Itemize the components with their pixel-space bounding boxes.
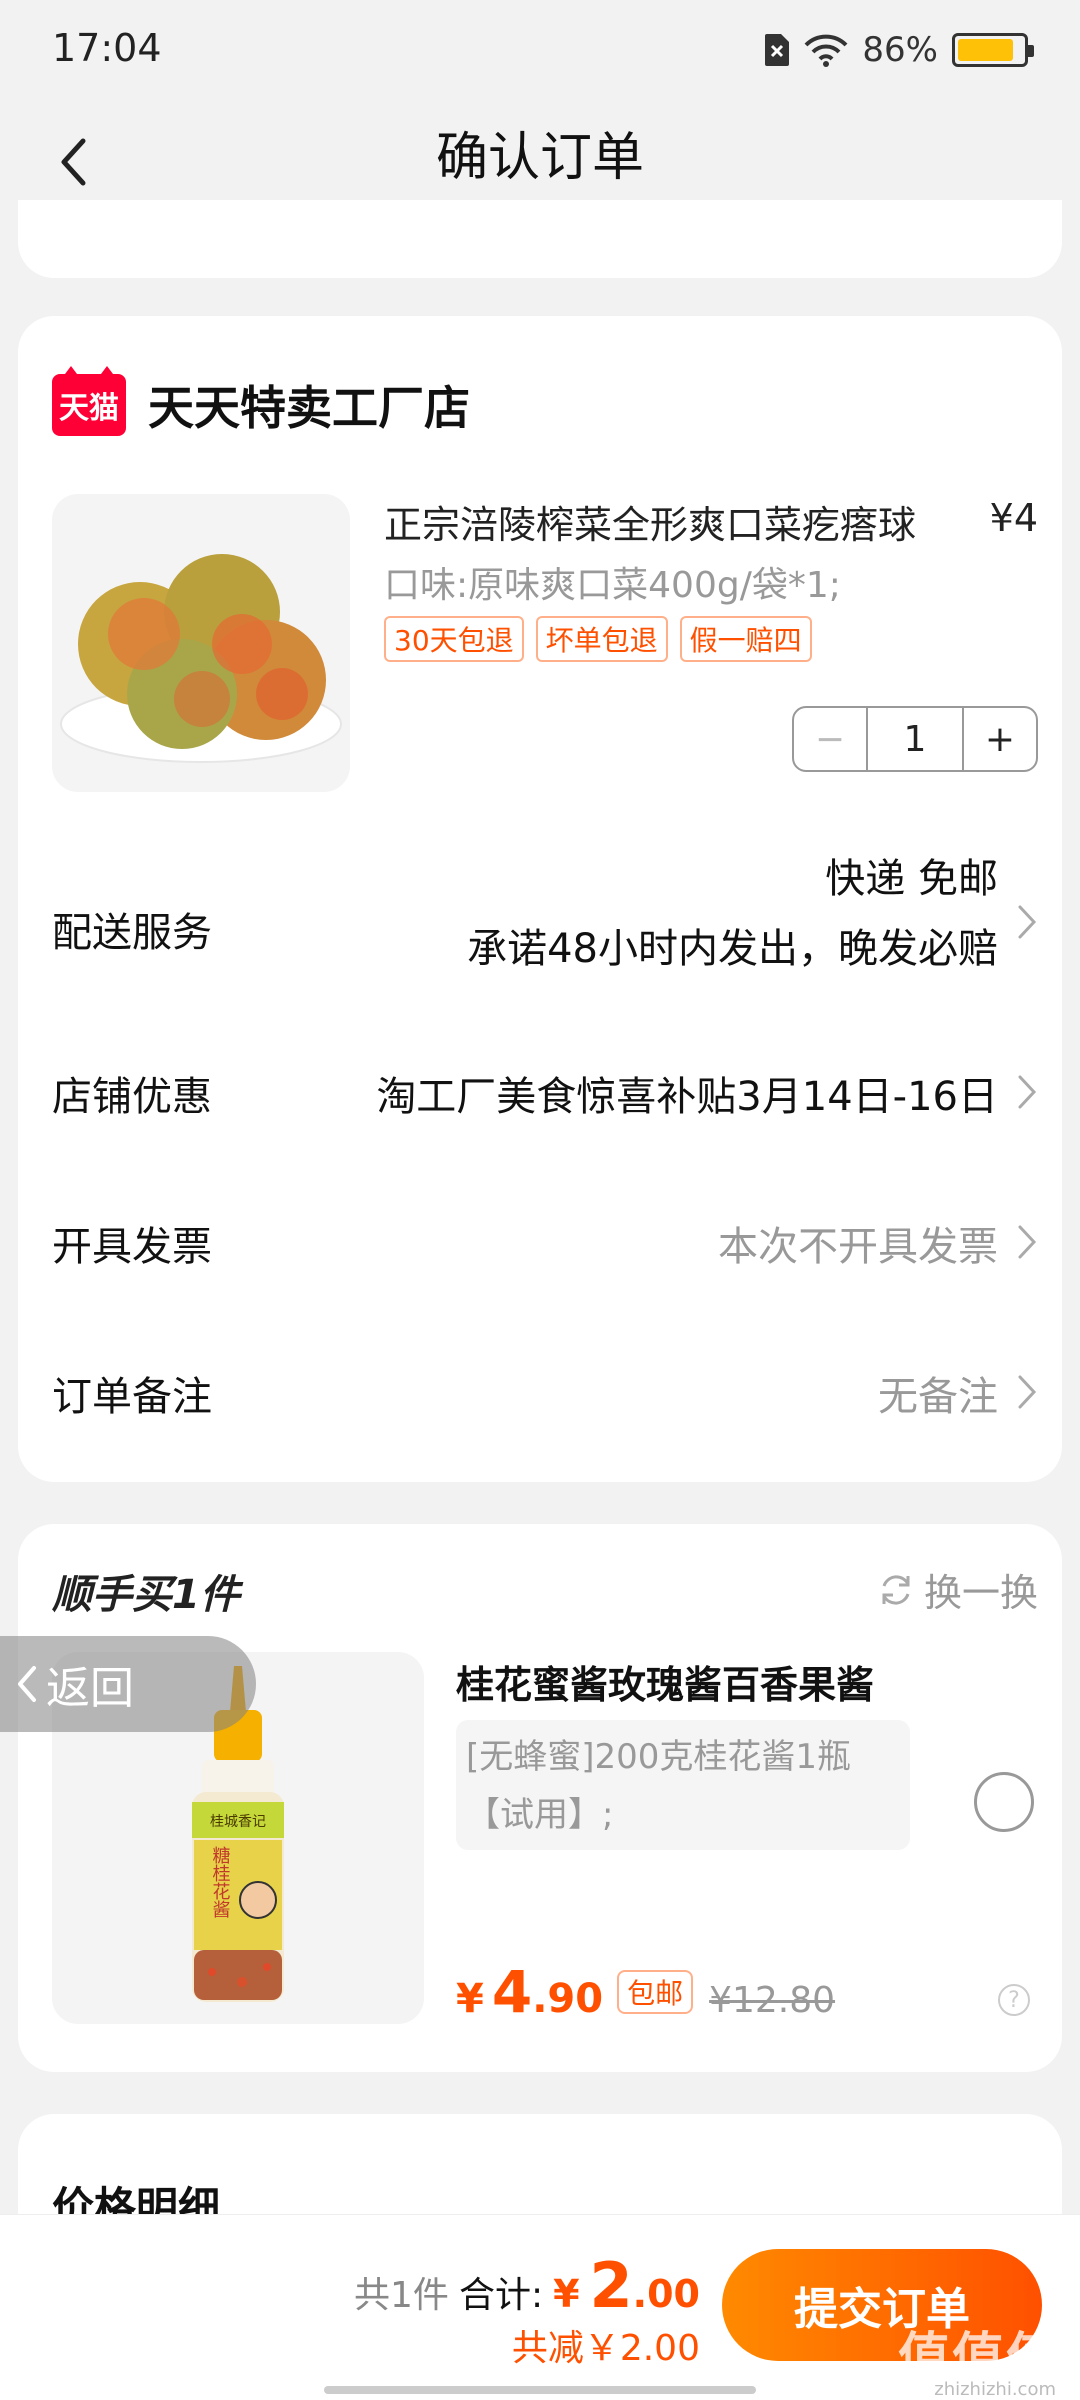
order-remark-row[interactable]: 订单备注 无备注 xyxy=(52,1364,1038,1424)
addon-title: 顺手买1件 xyxy=(52,1572,240,1618)
discount-label: 店铺优惠 xyxy=(52,1074,212,1120)
addon-product-name[interactable]: 桂花蜜酱玫瑰酱百香果酱 xyxy=(456,1654,874,1709)
chevron-left-icon xyxy=(18,1666,36,1702)
total-line: 共1件 合计: ¥ 2 .00 xyxy=(354,2249,700,2322)
home-indicator[interactable] xyxy=(324,2386,756,2394)
price-integer: 4 xyxy=(491,1958,533,2026)
chevron-right-icon xyxy=(1018,905,1037,939)
discount-value: 淘工厂美食惊喜补贴3月14日-16日 xyxy=(376,1074,998,1120)
status-bar: 17:04 86% xyxy=(0,0,1080,100)
product-image[interactable] xyxy=(52,494,350,792)
bottle-label-main: 糖桂花酱 xyxy=(210,1846,231,1918)
shop-name[interactable]: 天天特卖工厂店 xyxy=(148,372,470,438)
service-tag: 假一赔四 xyxy=(679,616,812,662)
total-decimal: .00 xyxy=(632,2272,700,2316)
addon-spec-line: [无蜂蜜]200克桂花酱1瓶 xyxy=(466,1737,852,1777)
total-currency: ¥ xyxy=(553,2272,580,2316)
addon-card: 顺手买1件 换一换 桂城香记 糖桂花酱 桂花蜜酱玫瑰酱百香果酱 [无蜂蜜]200… xyxy=(18,1524,1062,2072)
delivery-method: 快递 免邮 xyxy=(825,856,998,902)
price-currency: ¥ xyxy=(456,1976,484,2022)
addon-select-radio[interactable] xyxy=(974,1772,1034,1832)
bottle-label-top: 桂城香记 xyxy=(210,1814,266,1830)
floating-back-label: 返回 xyxy=(46,1663,134,1714)
tmall-logo: 天猫 xyxy=(52,366,126,436)
checkout-bar: 共1件 合计: ¥ 2 .00 共减￥2.00 提交订单 值值值 zhizhiz… xyxy=(0,2214,1080,2400)
swap-button[interactable]: 换一换 xyxy=(876,1562,1038,1617)
chevron-right-icon xyxy=(1018,1375,1037,1409)
addon-spec-line: 【试用】; xyxy=(466,1795,614,1835)
battery-icon xyxy=(952,33,1034,67)
pickled-vegetable-image xyxy=(60,554,342,763)
page-title: 确认订单 xyxy=(435,128,644,188)
product-spec[interactable]: 口味:原味爽口菜400g/袋*1; xyxy=(384,556,841,608)
product-price: ¥4 xyxy=(989,496,1038,540)
address-card[interactable] xyxy=(18,200,1062,278)
remark-label: 订单备注 xyxy=(52,1374,212,1420)
status-icons: 86% xyxy=(764,28,1034,72)
invoice-row[interactable]: 开具发票 本次不开具发票 xyxy=(52,1214,1038,1274)
total-integer: 2 xyxy=(589,2249,633,2322)
service-tag: 坏单包退 xyxy=(535,616,668,662)
shop-header[interactable]: 天猫 天天特卖工厂店 xyxy=(52,366,470,438)
invoice-value: 本次不开具发票 xyxy=(718,1224,998,1270)
increase-button[interactable]: + xyxy=(962,708,1036,770)
free-shipping-badge: 包邮 xyxy=(617,1970,694,2014)
watermark-url: zhizhizhi.com xyxy=(934,2379,1056,2400)
service-tags: 30天包退 坏单包退 假一赔四 xyxy=(384,616,812,662)
addon-product-spec[interactable]: [无蜂蜜]200克桂花酱1瓶 【试用】; xyxy=(456,1720,910,1850)
total-discount[interactable]: 共减￥2.00 xyxy=(512,2319,700,2371)
product-title[interactable]: 正宗涪陵榨菜全形爽口菜疙瘩球 xyxy=(384,494,944,549)
total-label: 合计: xyxy=(458,2275,544,2316)
quantity-input[interactable]: 1 xyxy=(868,708,962,770)
invoice-label: 开具发票 xyxy=(52,1224,212,1270)
service-tag: 30天包退 xyxy=(384,616,524,662)
refresh-icon xyxy=(882,1574,910,1605)
decrease-button[interactable]: − xyxy=(794,708,868,770)
wifi-icon xyxy=(804,34,848,67)
floating-back-button[interactable]: 返回 xyxy=(0,1636,256,1732)
battery-percent: 86% xyxy=(862,30,938,70)
item-count: 共1件 xyxy=(354,2275,449,2316)
remark-value: 无备注 xyxy=(878,1374,998,1420)
delivery-label: 配送服务 xyxy=(52,910,212,956)
price-decimal: .90 xyxy=(532,1976,604,2022)
swap-label: 换一换 xyxy=(923,1571,1038,1615)
help-icon[interactable]: ? xyxy=(998,1984,1030,2016)
chevron-right-icon xyxy=(1018,1225,1037,1259)
shop-order-card: 天猫 天天特卖工厂店 正宗涪陵榨菜全形爽口菜疙瘩球 ¥4 口味:原味爽口菜400… xyxy=(18,316,1062,1482)
battery-level xyxy=(958,39,1014,61)
addon-price: ¥ 4 .90 包邮 ¥12.80 xyxy=(456,1958,835,2026)
chevron-right-icon xyxy=(1018,1075,1037,1109)
sim-card-off-icon xyxy=(765,34,790,66)
original-price: ¥12.80 xyxy=(709,1980,836,2021)
delivery-promise: 承诺48小时内发出，晚发必赔 xyxy=(467,926,998,972)
status-time: 17:04 xyxy=(52,26,162,70)
delivery-service-row[interactable]: 配送服务 快递 免邮 承诺48小时内发出，晚发必赔 xyxy=(52,846,1038,996)
shop-discount-row[interactable]: 店铺优惠 淘工厂美食惊喜补贴3月14日-16日 xyxy=(52,1064,1038,1124)
quantity-stepper: − 1 + xyxy=(792,706,1038,772)
